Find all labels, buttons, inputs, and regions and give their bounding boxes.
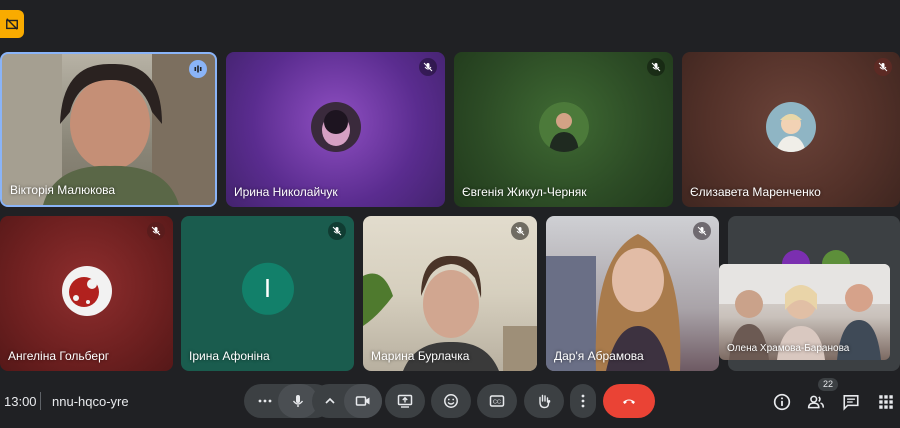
emoji-icon: [444, 394, 458, 408]
participant-tile[interactable]: Євгенія Жикул-Черняк: [454, 52, 673, 207]
mic-off-icon: [511, 222, 529, 240]
participant-tile[interactable]: Вікторія Малюкова: [0, 52, 217, 207]
leave-call-button[interactable]: [603, 384, 655, 418]
people-icon: [807, 395, 825, 409]
participant-name: Ангеліна Гольберг: [8, 349, 110, 363]
mic-off-icon: [647, 58, 665, 76]
activities-button[interactable]: [876, 392, 896, 412]
ellipsis-icon[interactable]: [252, 393, 278, 409]
mic-off-icon: [874, 58, 892, 76]
audio-level-icon: [189, 60, 207, 78]
participant-video: [363, 255, 537, 371]
video-controls-group: [312, 384, 382, 418]
hangup-icon: [623, 399, 635, 404]
mic-off-icon: [328, 222, 346, 240]
participant-tile[interactable]: Ирина Николайчук: [226, 52, 445, 207]
clock: 13:00: [4, 394, 37, 409]
people-button[interactable]: [806, 392, 826, 412]
avatar: [61, 265, 112, 316]
chevron-up-icon[interactable]: [320, 393, 340, 409]
chat-button[interactable]: [841, 392, 861, 412]
avatar-letter: I: [241, 262, 294, 315]
captions-button[interactable]: CC: [477, 384, 517, 418]
participant-name: Єлизавета Маренченко: [690, 185, 821, 199]
avatar: [538, 101, 589, 152]
participant-tile[interactable]: I Ірина Афоніна: [181, 216, 354, 371]
divider: [40, 392, 41, 410]
participant-name: Євгенія Жикул-Черняк: [462, 185, 587, 199]
participant-tile[interactable]: Ангеліна Гольберг: [0, 216, 173, 371]
call-controls-bar: 13:00 nnu-hqco-yre CC 22: [0, 376, 900, 428]
meeting-details-button[interactable]: [772, 392, 792, 412]
svg-text:CC: CC: [493, 400, 501, 406]
participant-video: [546, 234, 681, 371]
cc-icon: CC: [489, 395, 505, 407]
vertical-dots-icon: [581, 394, 585, 408]
chat-icon: [843, 395, 859, 411]
mic-off-icon: [419, 58, 437, 76]
presentation-off-badge[interactable]: [0, 10, 24, 38]
participant-name: Ирина Николайчук: [234, 185, 338, 199]
present-icon: [397, 394, 413, 408]
camera-icon[interactable]: [344, 384, 382, 418]
mic-off-icon: [147, 222, 165, 240]
participant-tile[interactable]: Єлизавета Маренченко: [682, 52, 900, 207]
participant-name: Марина Бурлачка: [371, 349, 470, 363]
participant-count-badge: 22: [818, 378, 839, 391]
participant-name: Вікторія Малюкова: [10, 183, 116, 197]
avatar: [766, 101, 816, 152]
self-name: Олена Храмова-Баранова: [727, 343, 850, 354]
present-button[interactable]: [385, 384, 425, 418]
no-present-icon: [6, 18, 18, 30]
participant-name: Дар'я Абрамова: [554, 349, 644, 363]
raise-hand-button[interactable]: [524, 384, 564, 418]
hand-icon: [539, 394, 551, 409]
self-view[interactable]: Олена Храмова-Баранова: [719, 264, 890, 360]
more-options-button[interactable]: [570, 384, 596, 418]
avatar: [310, 101, 361, 152]
participant-tile[interactable]: Дар'я Абрамова: [546, 216, 719, 371]
meeting-code: nnu-hqco-yre: [52, 394, 129, 409]
participant-name: Ірина Афоніна: [189, 349, 270, 363]
info-icon: [773, 393, 791, 411]
reactions-button[interactable]: [431, 384, 471, 418]
mic-off-icon: [693, 222, 711, 240]
participant-tile[interactable]: Марина Бурлачка: [363, 216, 537, 371]
apps-grid-icon: [879, 395, 893, 409]
